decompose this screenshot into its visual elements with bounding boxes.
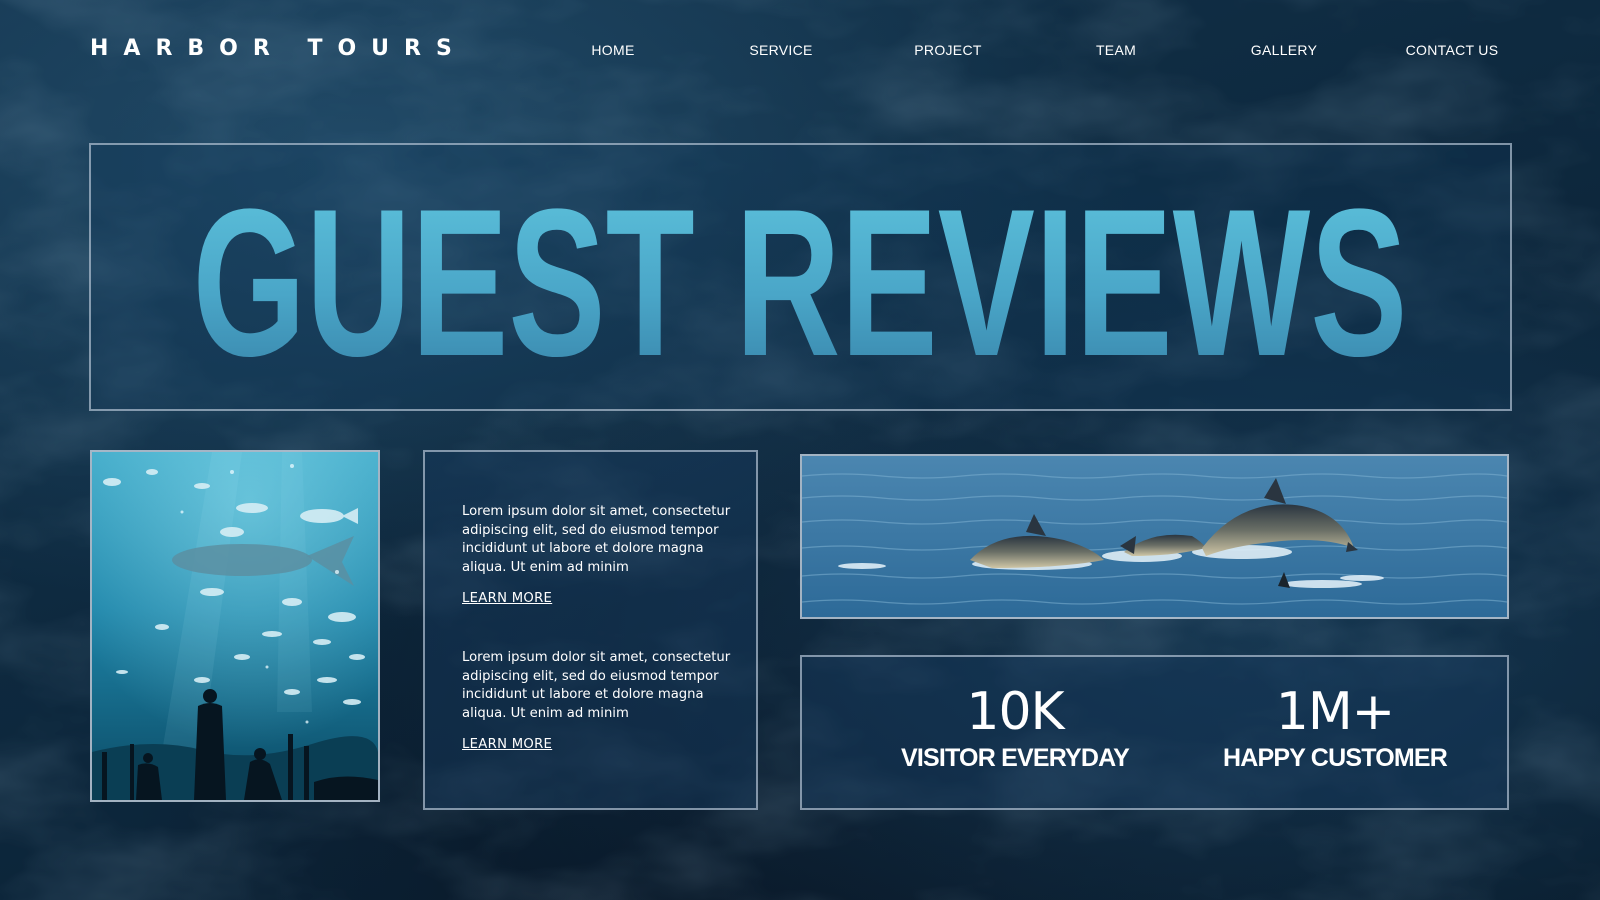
nav-home[interactable]: HOME xyxy=(591,42,634,58)
dolphins-photo xyxy=(800,454,1509,619)
nav-service[interactable]: SERVICE xyxy=(749,42,812,58)
stat-label: HAPPY CUSTOMER xyxy=(1222,744,1448,772)
aquarium-image xyxy=(92,452,378,800)
nav-project[interactable]: PROJECT xyxy=(914,42,981,58)
review-text-1: Lorem ipsum dolor sit amet, consectetur … xyxy=(462,504,731,575)
stat-customers: 1M+ HAPPY CUSTOMER xyxy=(1185,682,1485,773)
main-nav: HOME SERVICE PROJECT TEAM GALLERY CONTAC… xyxy=(0,42,1600,62)
nav-gallery[interactable]: GALLERY xyxy=(1251,42,1317,58)
stats-panel: 10K VISITOR EVERYDAY 1M+ HAPPY CUSTOMER xyxy=(800,655,1509,810)
stat-value: 10K xyxy=(966,682,1064,742)
review-text-2: Lorem ipsum dolor sit amet, consectetur … xyxy=(462,650,731,721)
hero-panel: GUEST REVIEWS xyxy=(89,143,1512,411)
stat-visitors: 10K VISITOR EVERYDAY xyxy=(865,682,1165,773)
learn-more-link-2[interactable]: LEARN MORE xyxy=(462,737,552,752)
nav-contact-us[interactable]: CONTACT US xyxy=(1406,42,1499,58)
reviews-panel: Lorem ipsum dolor sit amet, consectetur … xyxy=(423,450,758,810)
hero-title-graphic: GUEST REVIEWS xyxy=(193,165,1408,400)
stat-value: 1M+ xyxy=(1275,682,1396,742)
hero-title: GUEST REVIEWS xyxy=(193,165,1408,400)
learn-more-link-1[interactable]: LEARN MORE xyxy=(462,591,552,606)
nav-team[interactable]: TEAM xyxy=(1096,42,1136,58)
stat-label: VISITOR EVERYDAY xyxy=(900,744,1130,772)
aquarium-photo xyxy=(90,450,380,802)
dolphins-image xyxy=(802,456,1507,617)
